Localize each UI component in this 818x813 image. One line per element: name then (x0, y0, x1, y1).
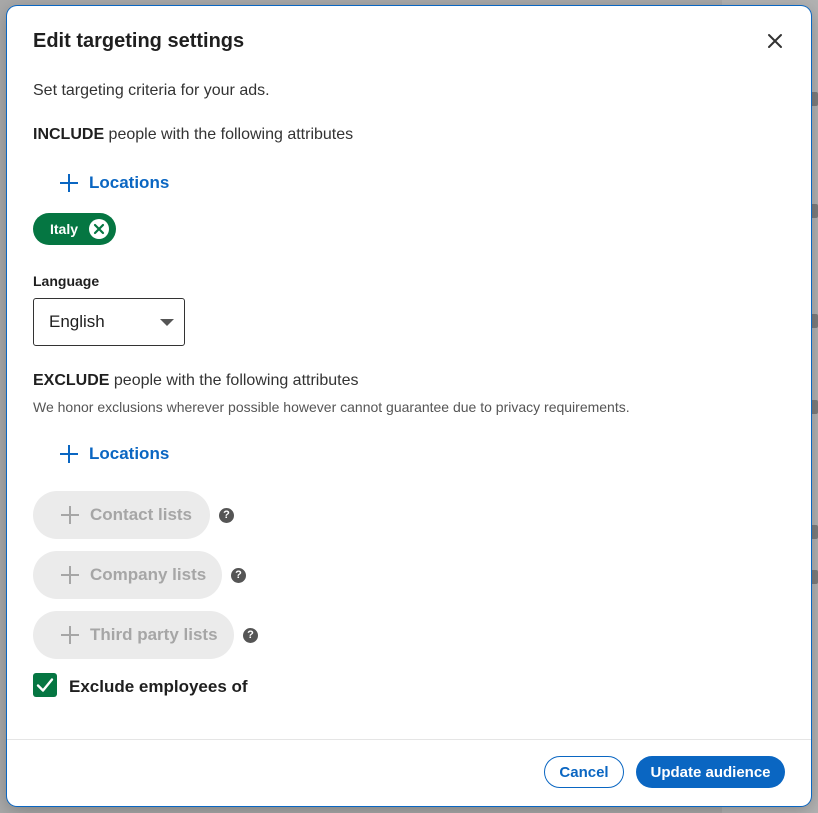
language-label: Language (33, 273, 100, 289)
question-circle-icon[interactable]: ? (231, 568, 246, 583)
question-circle-icon[interactable]: ? (243, 628, 258, 643)
exclude-heading: EXCLUDE people with the following attrib… (33, 372, 359, 390)
include-heading: INCLUDE people with the following attrib… (33, 126, 353, 144)
close-button[interactable] (764, 30, 786, 52)
modal-subtitle: Set targeting criteria for your ads. (33, 82, 270, 99)
exclude-keyword: EXCLUDE (33, 372, 110, 389)
contact-lists-button[interactable]: Contact lists (33, 491, 210, 539)
plus-icon (61, 626, 79, 644)
update-audience-button[interactable]: Update audience (636, 756, 785, 788)
exclude-add-locations-button[interactable]: Locations (59, 444, 169, 464)
edit-targeting-modal: Edit targeting settings Set targeting cr… (7, 6, 811, 806)
company-lists-button[interactable]: Company lists (33, 551, 222, 599)
plus-icon (60, 174, 78, 192)
plus-icon (61, 506, 79, 524)
plus-icon (60, 445, 78, 463)
language-selected-value: English (49, 312, 105, 331)
third-party-lists-label: Third party lists (90, 625, 218, 644)
checkmark-icon (36, 678, 54, 692)
exclude-employees-label: Exclude employees of (69, 677, 248, 696)
plus-icon (61, 566, 79, 584)
circle-x-icon[interactable] (88, 218, 110, 240)
include-add-locations-label: Locations (89, 173, 170, 192)
exclude-add-locations-label: Locations (89, 444, 170, 463)
caret-down-icon (160, 319, 174, 326)
exclude-employees-checkbox[interactable] (33, 673, 57, 697)
exclude-heading-text: people with the following attributes (109, 372, 359, 389)
close-icon (768, 34, 782, 48)
include-add-locations-button[interactable]: Locations (59, 173, 169, 193)
company-lists-label: Company lists (90, 565, 207, 584)
location-chip-label: Italy (50, 221, 79, 237)
third-party-lists-button[interactable]: Third party lists (33, 611, 234, 659)
contact-lists-label: Contact lists (90, 505, 193, 524)
question-circle-icon[interactable]: ? (219, 508, 234, 523)
include-heading-text: people with the following attributes (104, 126, 354, 143)
exclude-privacy-note: We honor exclusions wherever possible ho… (33, 399, 630, 415)
cancel-button[interactable]: Cancel (544, 756, 624, 788)
footer-divider (7, 739, 811, 740)
include-keyword: INCLUDE (33, 126, 105, 143)
language-select[interactable]: English (33, 298, 185, 346)
modal-title: Edit targeting settings (33, 30, 245, 52)
location-chip-italy: Italy (33, 213, 116, 245)
